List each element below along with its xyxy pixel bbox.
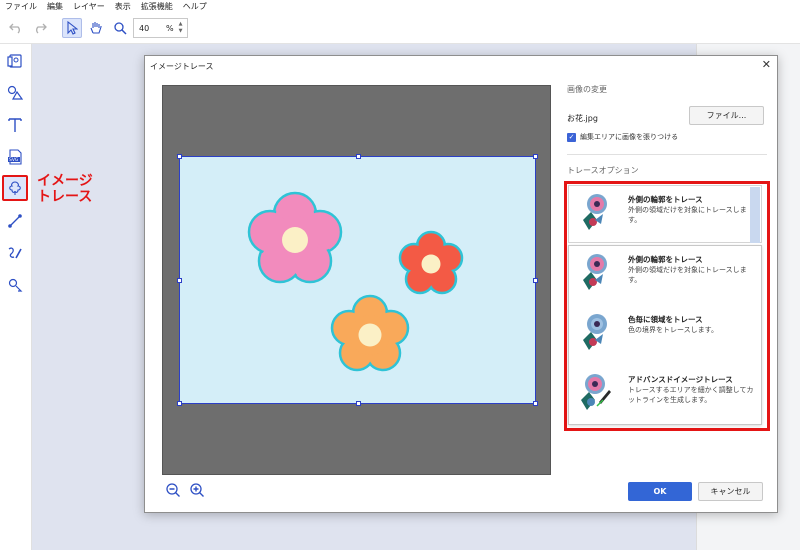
menu-bar: ファイル 編集 レイヤー 表示 拡張機能 ヘルプ — [0, 0, 800, 12]
zoom-stepper[interactable]: ▲ ▼ — [176, 21, 185, 35]
callout-line-1: イメージ — [37, 173, 93, 189]
paste-image-option[interactable]: ✓ 編集エリアに画像を張りつける — [567, 132, 678, 142]
image-import-icon — [7, 54, 22, 68]
redo-button[interactable] — [30, 18, 50, 38]
red-flower — [398, 230, 464, 295]
pen-icon — [8, 247, 22, 259]
magnifier-icon — [114, 22, 127, 35]
pen-tool[interactable] — [4, 242, 26, 264]
resize-handle-ne[interactable] — [533, 154, 538, 159]
text-icon — [8, 118, 22, 132]
preview-zoom-controls — [165, 482, 205, 498]
close-icon[interactable]: ✕ — [762, 58, 771, 71]
cancel-button[interactable]: キャンセル — [698, 482, 763, 501]
trace-option-outer[interactable]: 外側の輪郭をトレース 外側の領域だけを対象にトレースします。 — [569, 246, 763, 306]
flowers-image — [247, 191, 464, 372]
undo-icon — [9, 23, 20, 34]
selected-option-name: 外側の輪郭をトレース — [628, 195, 703, 204]
option-desc: 外側の領域だけを対象にトレースします。 — [628, 266, 747, 284]
option-name: アドバンスドイメージトレース — [628, 375, 733, 384]
dialog-title: イメージトレース — [150, 62, 214, 71]
hand-tool-button[interactable] — [86, 18, 106, 38]
zoom-value: 40 — [139, 24, 150, 33]
paste-image-checkbox[interactable]: ✓ — [567, 132, 576, 142]
menu-extensions[interactable]: 拡張機能 — [136, 0, 178, 12]
trace-option-advanced[interactable]: アドバンスドイメージトレース トレースするエリアを細かく調整してカットラインを生… — [569, 366, 763, 426]
node-tool[interactable] — [4, 274, 26, 296]
trace-options-heading: トレースオプション — [567, 166, 639, 175]
menu-file[interactable]: ファイル — [0, 0, 42, 12]
text-tool[interactable] — [4, 114, 26, 136]
trace-options-highlight: 外側の輪郭をトレース 外側の領域だけを対象にトレースします。 外側の輪郭をトレー… — [564, 181, 770, 431]
divider — [567, 154, 767, 155]
select-tool-button[interactable] — [62, 18, 82, 38]
flower-trace-icon — [583, 194, 607, 230]
option-name: 外側の輪郭をトレース — [628, 255, 703, 264]
flower-outer-icon — [583, 254, 607, 290]
callout-line-2: トレース — [37, 189, 93, 205]
resize-handle-se[interactable] — [533, 401, 538, 406]
file-button[interactable]: ファイル... — [689, 106, 764, 125]
paste-image-label: 編集エリアに画像を張りつける — [580, 133, 679, 141]
pink-flower — [247, 191, 343, 284]
menu-layer[interactable]: レイヤー — [68, 0, 110, 12]
menu-view[interactable]: 表示 — [110, 0, 136, 12]
trace-option-select[interactable]: 外側の輪郭をトレース 外側の領域だけを対象にトレースします。 — [568, 185, 762, 243]
image-change-heading: 画像の変更 — [567, 85, 607, 94]
image-trace-callout: イメージ トレース — [37, 173, 93, 205]
menu-edit[interactable]: 編集 — [42, 0, 68, 12]
option-desc: 色の境界をトレースします。 — [628, 326, 718, 334]
selected-option-desc: 外側の領域だけを対象にトレースします。 — [628, 206, 747, 224]
dropdown-toggle[interactable] — [750, 187, 760, 243]
zoom-in-icon[interactable] — [189, 482, 205, 498]
zoom-tool-button[interactable] — [110, 18, 130, 38]
option-desc: トレースするエリアを細かく調整してカットラインを生成します。 — [628, 386, 754, 404]
resize-handle-sw[interactable] — [177, 401, 182, 406]
svg-tool[interactable]: SVG — [4, 146, 26, 168]
menu-help[interactable]: ヘルプ — [178, 0, 212, 12]
line-icon — [8, 214, 22, 228]
zoom-unit: % — [166, 24, 174, 33]
cursor-icon — [67, 21, 78, 35]
left-toolbar: SVG — [0, 44, 32, 550]
resize-handle-n[interactable] — [356, 154, 361, 159]
trace-options-dropdown: 外側の輪郭をトレース 外側の領域だけを対象にトレースします。 色毎に領域をトレー… — [568, 245, 762, 425]
resize-handle-nw[interactable] — [177, 154, 182, 159]
preview-canvas — [162, 85, 551, 475]
image-trace-dialog: イメージトレース ✕ 画像の変更 お花.jpg ファイル... ✓ 編集エリアに… — [144, 55, 778, 513]
settings-side-panel: 画像の変更 お花.jpg ファイル... ✓ 編集エリアに画像を張りつける トレ… — [564, 84, 770, 431]
filename-label: お花.jpg — [567, 114, 598, 123]
toolbar: 40 % ▲ ▼ — [0, 12, 800, 44]
option-name: 色毎に領域をトレース — [628, 315, 703, 324]
zoom-level-field[interactable]: 40 % ▲ ▼ — [133, 18, 188, 38]
image-trace-tool[interactable] — [2, 175, 28, 201]
image-import-tool[interactable] — [4, 50, 26, 72]
resize-handle-w[interactable] — [177, 278, 182, 283]
zoom-out-icon[interactable] — [165, 482, 181, 498]
resize-handle-e[interactable] — [533, 278, 538, 283]
flower-advanced-icon — [581, 374, 611, 410]
orange-flower — [330, 294, 410, 372]
trace-option-color[interactable]: 色毎に領域をトレース 色の境界をトレースします。 — [569, 306, 763, 366]
node-icon — [8, 278, 23, 292]
flower-color-icon — [583, 314, 607, 350]
svg-text:SVG: SVG — [9, 157, 19, 163]
svg-icon: SVG — [8, 149, 22, 165]
undo-button[interactable] — [6, 18, 26, 38]
hand-icon — [90, 22, 102, 34]
ok-button[interactable]: OK — [628, 482, 692, 501]
redo-icon — [36, 23, 47, 34]
shapes-tool[interactable] — [4, 82, 26, 104]
image-trace-icon — [9, 181, 21, 195]
preview-image[interactable] — [177, 154, 538, 406]
shapes-icon — [7, 85, 23, 100]
line-tool[interactable] — [4, 210, 26, 232]
resize-handle-s[interactable] — [356, 401, 361, 406]
